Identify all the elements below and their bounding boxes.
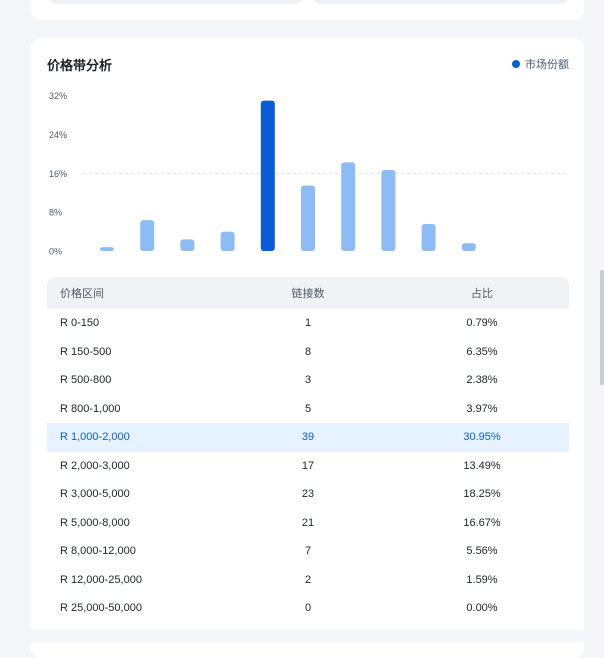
cell-share: 30.95% [463, 431, 501, 444]
cell-share: 3.97% [466, 402, 498, 415]
price-band-chart: 0% 8% 16% 24% 32% [49, 91, 569, 257]
page-bottom [0, 630, 604, 642]
placeholder-block-left [48, 0, 303, 4]
cell-link-count: 8 [304, 345, 312, 358]
table-row[interactable]: R 800-1,000 5 3.97% [47, 395, 569, 424]
cell-price-range: R 12,000-25,000 [60, 573, 142, 586]
cell-price-range: R 5,000-8,000 [60, 516, 130, 529]
cell-link-count: 3 [304, 374, 312, 387]
cell-link-count: 5 [304, 402, 312, 415]
cell-share: 2.38% [466, 374, 498, 387]
cell-price-range: R 150-500 [60, 345, 112, 358]
cell-share: 13.49% [463, 459, 501, 472]
header-share: 占比 [471, 288, 493, 300]
cell-share: 0.79% [466, 317, 498, 330]
cell-link-count: 21 [301, 516, 315, 529]
table-row[interactable]: R 0-150 1 0.79% [47, 309, 569, 338]
bar-3[interactable] [220, 231, 235, 251]
table-row[interactable]: R 150-500 8 6.35% [47, 338, 569, 367]
cell-link-count: 7 [304, 545, 312, 558]
cell-share: 1.59% [466, 573, 498, 586]
cell-share: 0.00% [466, 602, 498, 615]
bar-0[interactable] [100, 247, 114, 251]
previous-card [31, 0, 584, 20]
cell-share: 16.67% [463, 516, 501, 529]
cell-link-count: 2 [304, 573, 312, 586]
cell-link-count: 23 [301, 488, 315, 501]
scrollbar[interactable] [599, 0, 604, 642]
cell-price-range: R 8,000-12,000 [60, 545, 136, 558]
cell-price-range: R 800-1,000 [60, 402, 121, 415]
header-link-count: 链接数 [291, 288, 325, 300]
cell-link-count: 39 [301, 431, 315, 444]
cell-link-count: 17 [301, 459, 315, 472]
cell-share: 18.25% [463, 488, 501, 501]
scrollbar-thumb[interactable] [600, 270, 604, 385]
price-band-table: 价格区间 链接数 占比 R 0-150 1 0.79% R 150-500 8 6.35%… [47, 277, 569, 623]
y-tick-label: 24% [49, 130, 67, 140]
cell-link-count: 0 [304, 602, 312, 615]
cell-price-range: R 0-150 [60, 317, 100, 330]
bar-5[interactable] [301, 185, 315, 251]
bar-6[interactable] [341, 162, 356, 251]
y-tick-label: 8% [49, 208, 62, 218]
cell-price-range: R 3,000-5,000 [60, 488, 130, 501]
placeholder-block-right [313, 0, 569, 4]
bar-9[interactable] [461, 243, 476, 251]
cell-share: 5.56% [466, 545, 498, 558]
header-price-range: 价格区间 [60, 288, 104, 300]
table-row[interactable]: R 8,000-12,000 7 5.56% [47, 537, 569, 566]
table-row[interactable]: R 2,000-3,000 17 13.49% [47, 452, 569, 481]
cell-price-range: R 1,000-2,000 [60, 431, 130, 444]
y-tick-label: 16% [49, 169, 67, 179]
bar-7[interactable] [381, 169, 396, 251]
y-tick-label: 32% [49, 91, 67, 101]
cell-price-range: R 2,000-3,000 [60, 459, 130, 472]
table-row[interactable]: R 500-800 3 2.38% [47, 366, 569, 395]
table-row[interactable]: R 5,000-8,000 21 16.67% [47, 509, 569, 538]
price-band-card: 价格带分析 市场份额 0% 8% 16% 24% 32% 价格区间 链接数 占比 R 0… [31, 38, 584, 658]
table-row[interactable]: R 1,000-2,000 39 30.95% [47, 423, 569, 452]
table-row[interactable]: R 12,000-25,000 2 1.59% [47, 566, 569, 595]
bar-8[interactable] [421, 223, 436, 251]
table-body: R 0-150 1 0.79% R 150-500 8 6.35% R 500-800 3 2.… [47, 309, 569, 623]
cell-share: 6.35% [466, 345, 498, 358]
bar-2[interactable] [180, 239, 195, 251]
bar-1[interactable] [140, 220, 155, 251]
cell-link-count: 1 [304, 317, 312, 330]
table-header: 价格区间 链接数 占比 [47, 277, 569, 309]
cell-price-range: R 25,000-50,000 [60, 602, 142, 615]
table-row[interactable]: R 25,000-50,000 0 0.00% [47, 594, 569, 623]
y-tick-label: 0% [49, 247, 62, 257]
cell-price-range: R 500-800 [60, 374, 112, 387]
table-row[interactable]: R 3,000-5,000 23 18.25% [47, 480, 569, 509]
bar-4[interactable] [260, 100, 275, 251]
